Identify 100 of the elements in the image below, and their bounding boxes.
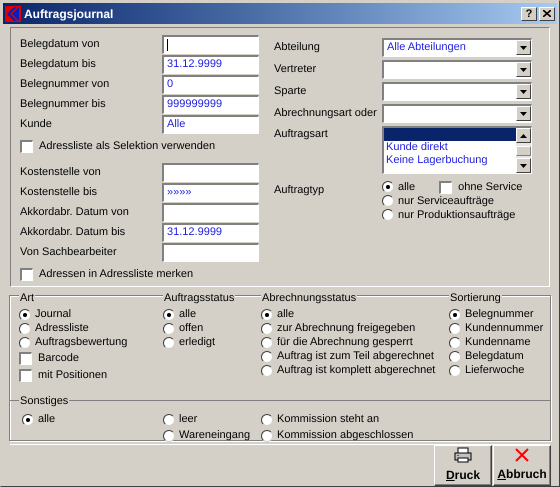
radio-button[interactable] [382, 209, 394, 221]
caret-icon [520, 90, 527, 94]
radio-button[interactable] [19, 322, 31, 334]
field-label: Abrechnungsart oder [274, 106, 378, 121]
dropdown[interactable]: Alle Abteilungen [382, 38, 532, 56]
input-field[interactable]: 999999999 [162, 94, 259, 114]
scrollbar[interactable] [516, 128, 531, 173]
radio-label: Kundennummer [465, 321, 544, 336]
input-field[interactable]: 31.12.9999 [162, 222, 259, 242]
checkbox-label: Barcode [38, 350, 79, 366]
close-icon [515, 448, 529, 462]
field-label: Belegnummer bis [20, 96, 107, 112]
printer-icon [454, 447, 472, 463]
radio-label: Kommission steht an [277, 412, 380, 428]
dropdown[interactable] [382, 104, 532, 122]
input-field[interactable] [162, 202, 259, 222]
radio-button[interactable] [382, 181, 394, 193]
radio-button[interactable] [449, 364, 461, 376]
input-field[interactable] [162, 242, 259, 262]
field-label: Auftragsart [274, 127, 329, 142]
field-label: Sparte [274, 84, 308, 99]
radio-label: alle [179, 307, 196, 322]
dropdown-button[interactable] [516, 40, 531, 55]
radio-label: Belegnummer [465, 307, 534, 322]
group-title: Sonstiges [19, 393, 70, 410]
radio-button[interactable] [163, 322, 175, 334]
group-title: Auftragsstatus [163, 290, 236, 306]
field-label: Belegdatum von [20, 36, 100, 52]
list-item[interactable]: Kunde direkt [384, 141, 516, 154]
field-label: Belegnummer von [20, 76, 110, 92]
dropdown[interactable] [382, 60, 532, 78]
radio-label: alle [38, 412, 56, 428]
radio-button[interactable] [449, 350, 461, 362]
radio-button[interactable] [261, 336, 273, 348]
checkbox-label: Adressen in Adressliste merken [39, 266, 194, 282]
caret-icon [520, 68, 527, 72]
radio-button[interactable] [163, 430, 175, 442]
radio-button[interactable] [449, 308, 461, 320]
radio-label: Auftragsbewertung [35, 335, 128, 350]
checkbox[interactable] [19, 352, 32, 364]
close-button[interactable] [539, 6, 555, 20]
radio-button[interactable] [261, 430, 273, 442]
checkbox[interactable] [20, 140, 33, 152]
input-field[interactable]: Alle [162, 114, 259, 134]
field-label: Belegdatum bis [20, 56, 97, 72]
radio-button[interactable] [22, 414, 34, 426]
radio-label: alle [398, 180, 416, 195]
checkbox[interactable] [439, 180, 452, 194]
radio-button[interactable] [449, 336, 461, 348]
window-title: Auftragsjournal [24, 6, 114, 22]
group-title: Abrechnungsstatus [261, 290, 358, 306]
radio-button[interactable] [261, 414, 273, 426]
input-field[interactable] [162, 162, 259, 182]
print-button[interactable]: Druck [434, 445, 492, 486]
radio-label: alle [277, 307, 294, 322]
radio-button[interactable] [163, 308, 175, 320]
field-label: Akkordabr. Datum bis [20, 224, 126, 240]
up-arrow-icon [520, 134, 527, 138]
list-item[interactable]: Keine Lagerbuchung [384, 154, 516, 167]
radio-button[interactable] [163, 414, 175, 426]
list-box[interactable]: Kunde direkt Keine Lagerbuchung [382, 126, 532, 174]
radio-button[interactable] [261, 350, 273, 362]
radio-label: Auftrag ist zum Teil abgerechnet [277, 349, 434, 364]
cancel-button[interactable]: Abbruch [493, 445, 551, 486]
checkbox-label: mit Positionen [38, 368, 108, 383]
input-field[interactable]: »»»» [162, 182, 259, 202]
radio-button[interactable] [19, 308, 31, 320]
radio-button[interactable] [19, 336, 31, 348]
dropdown[interactable] [382, 82, 532, 100]
radio-button[interactable] [261, 322, 273, 334]
checkbox[interactable] [20, 268, 33, 280]
field-label: Auftragtyp [274, 183, 326, 198]
dropdown-button[interactable] [516, 106, 531, 121]
dropdown-button[interactable] [516, 62, 531, 77]
radio-label: für die Abrechnung gesperrt [277, 335, 413, 350]
radio-label: leer [179, 412, 198, 428]
input-field[interactable]: 0 [162, 74, 259, 94]
close-icon [543, 10, 551, 17]
radio-button[interactable] [261, 308, 273, 320]
field-label: Vertreter [274, 62, 318, 77]
radio-button[interactable] [163, 336, 175, 348]
radio-button[interactable] [261, 364, 273, 376]
checkbox-label: ohne Service [458, 180, 522, 195]
radio-label: Auftrag ist komplett abgerechnet [277, 363, 436, 378]
group-title: Sortierung [449, 290, 502, 306]
radio-button[interactable] [382, 195, 394, 207]
radio-label: Kommission abgeschlossen [277, 428, 414, 444]
radio-label: offen [179, 321, 204, 336]
input-field[interactable] [162, 34, 259, 54]
app-logo-icon [5, 6, 21, 22]
checkbox-label: Adressliste als Selektion verwenden [39, 138, 216, 154]
help-button[interactable]: ? [521, 6, 537, 20]
input-field[interactable]: 31.12.9999 [162, 54, 259, 74]
dropdown-button[interactable] [516, 84, 531, 99]
radio-label: nur Serviceaufträge [398, 194, 494, 209]
radio-label: erledigt [179, 335, 216, 350]
field-label: Kunde [20, 116, 53, 132]
checkbox[interactable] [19, 368, 32, 382]
field-label: Von Sachbearbeiter [20, 244, 118, 260]
radio-button[interactable] [449, 322, 461, 334]
